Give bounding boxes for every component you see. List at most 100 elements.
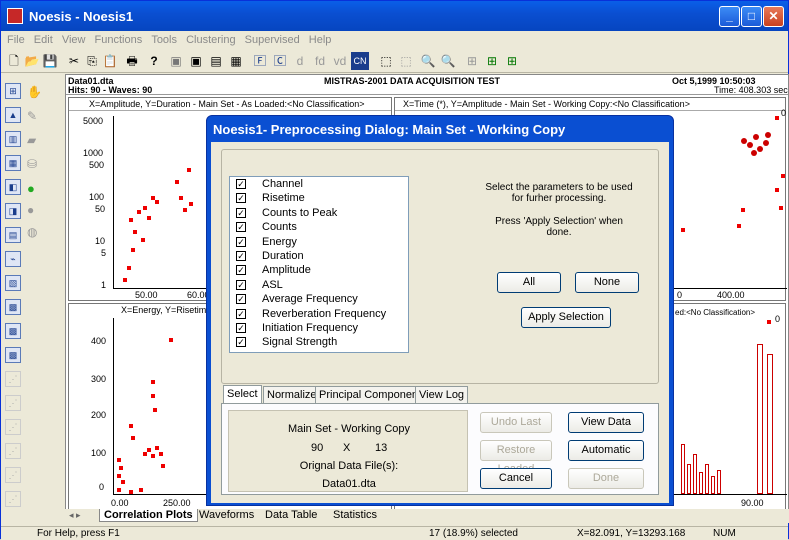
checkbox[interactable]: ✓ — [236, 351, 246, 352]
tool-c-icon[interactable]: 🄲 — [271, 52, 289, 70]
plot-tool-icon-12[interactable]: ▩ — [5, 347, 21, 363]
done-button[interactable]: Done — [568, 468, 644, 489]
tool-cn-icon[interactable]: CN — [351, 52, 369, 70]
view-data-button[interactable]: View Data — [568, 412, 644, 433]
menu-tools[interactable]: Tools — [151, 34, 177, 46]
menu-file[interactable]: File — [7, 34, 25, 46]
tab-view-log[interactable]: View Log — [415, 386, 469, 403]
plot-tool-icon-8[interactable]: ⌁ — [5, 251, 21, 267]
checkbox[interactable]: ✓ — [236, 193, 246, 204]
parameter-item[interactable]: ✓ Risetime — [230, 191, 408, 205]
parameter-item[interactable]: ✓ Reverberation Frequency — [230, 307, 408, 321]
apply-selection-button[interactable]: Apply Selection — [521, 307, 611, 328]
close-button[interactable]: ✕ — [763, 6, 784, 27]
checkbox[interactable]: ✓ — [236, 265, 246, 276]
tool-vd-icon[interactable]: vd — [331, 52, 349, 70]
tab-correlation-plots[interactable]: Correlation Plots — [99, 509, 198, 522]
tab-scroll-icons[interactable]: ◂ ▸ — [69, 510, 81, 521]
restore-loaded-button[interactable]: Restore Loaded — [480, 440, 552, 475]
menu-clustering[interactable]: Clustering — [186, 34, 236, 46]
plot-tool-icon-2[interactable]: ▲ — [5, 107, 21, 123]
plot-tool-icon-15[interactable]: ⋰ — [5, 419, 21, 435]
tab-waveforms[interactable]: Waveforms — [199, 509, 254, 521]
parameter-item[interactable]: ✓ Absolute Energy — [230, 350, 408, 352]
tool-f-icon[interactable]: 🄵 — [251, 52, 269, 70]
checkbox[interactable]: ✓ — [236, 222, 246, 233]
plot-tool-icon-9[interactable]: ▧ — [5, 275, 21, 291]
new-icon[interactable]: 🗋 — [5, 52, 23, 70]
plot-tool-icon-17[interactable]: ⋰ — [5, 467, 21, 483]
hand-icon[interactable]: ✋ — [27, 85, 42, 99]
checkbox[interactable]: ✓ — [236, 337, 246, 348]
tab-normalize[interactable]: Normalize — [263, 386, 321, 403]
add-all-icon[interactable]: ⊞ — [503, 52, 521, 70]
menu-help[interactable]: Help — [309, 34, 332, 46]
maximize-button[interactable]: □ — [741, 6, 762, 27]
help-icon[interactable]: ? — [145, 52, 163, 70]
copy-icon[interactable]: ⎘ — [83, 52, 101, 70]
brush-icon[interactable]: ✎ — [27, 109, 41, 123]
title-bar[interactable]: Noesis - Noesis1 _ □ ✕ — [1, 1, 788, 31]
checkbox[interactable]: ✓ — [236, 308, 246, 319]
zoom-in-icon[interactable]: 🔍 — [419, 52, 437, 70]
parameter-item[interactable]: ✓ Amplitude — [230, 263, 408, 277]
parameter-item[interactable]: ✓ Signal Strength — [230, 335, 408, 349]
plot-tool-icon-13[interactable]: ⋰ — [5, 371, 21, 387]
tab-statistics[interactable]: Statistics — [333, 509, 377, 521]
add-icon[interactable]: ⊞ — [483, 52, 501, 70]
none-button[interactable]: None — [575, 272, 639, 293]
view-icon-3[interactable]: ▤ — [207, 52, 225, 70]
checkbox[interactable]: ✓ — [236, 207, 246, 218]
minimize-button[interactable]: _ — [719, 6, 740, 27]
plot-tool-icon-1[interactable]: ⊞ — [5, 83, 21, 99]
zoom-out-icon[interactable]: 🔍 — [439, 52, 457, 70]
tool-fd-icon[interactable]: fd — [311, 52, 329, 70]
parameter-item[interactable]: ✓ Initiation Frequency — [230, 321, 408, 335]
parameter-item[interactable]: ✓ Energy — [230, 235, 408, 249]
plot-tool-icon-18[interactable]: ⋰ — [5, 491, 21, 507]
plot-tool-icon-14[interactable]: ⋰ — [5, 395, 21, 411]
menu-edit[interactable]: Edit — [34, 34, 53, 46]
automatic-button[interactable]: Automatic — [568, 440, 644, 461]
view-icon-1[interactable]: ▣ — [167, 52, 185, 70]
print-icon[interactable]: 🖶 — [123, 52, 141, 70]
parameter-item[interactable]: ✓ Average Frequency — [230, 292, 408, 306]
parameter-item[interactable]: ✓ Counts to Peak — [230, 206, 408, 220]
cancel-button[interactable]: Cancel — [480, 468, 552, 489]
parameter-item[interactable]: ✓ Channel — [230, 177, 408, 191]
plot-tool-icon-6[interactable]: ◨ — [5, 203, 21, 219]
grid-icon[interactable]: ▦ — [227, 52, 245, 70]
plot-tool-icon-7[interactable]: ▤ — [5, 227, 21, 243]
deselect-icon[interactable]: ⬚ — [397, 52, 415, 70]
dialog-title[interactable]: Noesis1- Preprocessing Dialog: Main Set … — [213, 122, 565, 137]
menu-supervised[interactable]: Supervised — [245, 34, 300, 46]
checkbox[interactable]: ✓ — [236, 251, 246, 262]
plot-tool-icon-10[interactable]: ▩ — [5, 299, 21, 315]
tool-d-icon[interactable]: d — [291, 52, 309, 70]
tab-select[interactable]: Select — [223, 385, 262, 403]
parameter-item[interactable]: ✓ Counts — [230, 220, 408, 234]
save-icon[interactable]: 💾 — [41, 52, 59, 70]
checkbox[interactable]: ✓ — [236, 323, 246, 333]
cut-icon[interactable]: ✂ — [65, 52, 83, 70]
menu-functions[interactable]: Functions — [95, 34, 143, 46]
parameter-item[interactable]: ✓ ASL — [230, 278, 408, 292]
select-icon[interactable]: ⬚ — [377, 52, 395, 70]
parameter-list[interactable]: ✓ Channel ✓ Risetime ✓ Counts to Peak ✓ Counts ✓… — [229, 176, 409, 353]
view-icon-2[interactable]: ▣ — [187, 52, 205, 70]
plot-tool-icon-4[interactable]: ▦ — [5, 155, 21, 171]
pin-icon[interactable]: ◍ — [27, 225, 41, 239]
tab-principal-components[interactable]: Principal Components — [315, 386, 431, 403]
paste-icon[interactable]: 📋 — [101, 52, 119, 70]
eraser-icon[interactable]: ▰ — [27, 133, 41, 147]
apple-icon[interactable]: ● — [27, 181, 41, 196]
all-button[interactable]: All — [497, 272, 561, 293]
apple-gray-icon[interactable]: ● — [27, 203, 41, 217]
open-folder-icon[interactable]: 📂 — [23, 52, 41, 70]
cluster-icon[interactable]: ⊞ — [463, 52, 481, 70]
checkbox[interactable]: ✓ — [236, 279, 246, 290]
undo-last-button[interactable]: Undo Last — [480, 412, 552, 433]
plot-tool-icon-11[interactable]: ▩ — [5, 323, 21, 339]
checkbox[interactable]: ✓ — [236, 294, 246, 305]
bucket-icon[interactable]: ⛁ — [27, 157, 41, 171]
